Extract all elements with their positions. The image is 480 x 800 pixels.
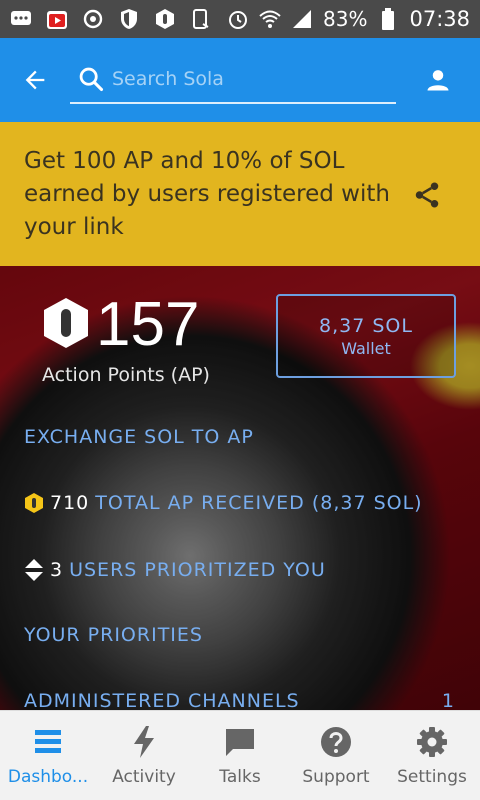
app-bar [0, 38, 480, 122]
battery-icon [377, 8, 399, 30]
referral-text: Get 100 AP and 10% of SOL earned by user… [24, 147, 390, 240]
status-bar: 83% 07:38 [0, 0, 480, 38]
total-ap-link[interactable]: 710 TOTAL AP RECEIVED (8,37 SOL) [24, 492, 423, 514]
chat-notification-icon [10, 8, 32, 30]
sync-icon [82, 8, 104, 30]
nav-dashboard[interactable]: Dashbo... [0, 711, 96, 800]
back-button[interactable] [0, 38, 70, 122]
nav-settings[interactable]: Settings [384, 711, 480, 800]
exchange-link[interactable]: EXCHANGE SOL TO AP [24, 426, 254, 448]
person-icon [427, 70, 449, 91]
wallet-button[interactable]: 8,37 SOL Wallet [276, 294, 456, 378]
ap-badge-icon [24, 492, 44, 514]
search-icon [70, 65, 112, 93]
channels-count: 1 [441, 690, 454, 710]
share-icon [415, 182, 439, 208]
priorities-label: YOUR PRIORITIES [24, 624, 203, 646]
total-ap-count: 710 [50, 492, 90, 514]
shield-icon [118, 8, 140, 30]
wallet-label: Wallet [341, 338, 391, 358]
alarm-icon [227, 8, 249, 30]
dashboard-hero: 157 Action Points (AP) 8,37 SOL Wallet E… [0, 266, 480, 710]
clock: 07:38 [409, 7, 470, 31]
arrow-back-icon [25, 70, 45, 90]
users-count: 3 [50, 559, 64, 581]
sort-arrows-icon [24, 558, 44, 582]
wifi-icon [259, 8, 281, 30]
action-points-block: 157 Action Points (AP) [42, 290, 210, 386]
screen-rotate-icon [190, 8, 212, 30]
nav-settings-label: Settings [397, 767, 467, 787]
battery-percent: 83% [323, 7, 368, 31]
channels-label: ADMINISTERED CHANNELS [24, 690, 300, 710]
your-priorities-link[interactable]: YOUR PRIORITIES [24, 624, 203, 646]
nav-talks-label: Talks [219, 767, 261, 787]
nav-activity[interactable]: Activity [96, 711, 192, 800]
chat-icon [224, 725, 256, 759]
users-label: USERS PRIORITIZED YOU [69, 559, 326, 581]
bottom-navigation: Dashbo... Activity Talks Support Setting… [0, 710, 480, 800]
nav-dashboard-label: Dashbo... [7, 767, 89, 787]
sola-app-icon [154, 8, 176, 30]
ap-value: 157 [96, 290, 200, 359]
nav-support[interactable]: Support [288, 711, 384, 800]
help-icon [320, 725, 352, 759]
ap-label: Action Points (AP) [42, 364, 210, 386]
wallet-amount: 8,37 SOL [319, 314, 413, 337]
referral-banner[interactable]: Get 100 AP and 10% of SOL earned by user… [0, 122, 480, 266]
search-bar[interactable] [70, 56, 396, 104]
exchange-label: EXCHANGE SOL TO AP [24, 426, 254, 448]
signal-icon [291, 8, 313, 30]
ap-hexagon-icon [42, 296, 90, 354]
nav-talks[interactable]: Talks [192, 711, 288, 800]
dashboard-icon [33, 725, 63, 759]
search-input[interactable] [112, 68, 382, 90]
profile-button[interactable] [396, 38, 480, 122]
total-ap-label: TOTAL AP RECEIVED (8,37 SOL) [95, 492, 423, 514]
share-button[interactable] [410, 178, 444, 212]
lightning-icon [131, 725, 157, 759]
gear-icon [416, 725, 448, 759]
nav-activity-label: Activity [112, 767, 176, 787]
administered-channels-link[interactable]: ADMINISTERED CHANNELS [24, 690, 300, 710]
youtube-notification-icon [46, 8, 68, 30]
users-prioritized-link[interactable]: 3 USERS PRIORITIZED YOU [24, 558, 326, 582]
nav-support-label: Support [302, 767, 370, 787]
